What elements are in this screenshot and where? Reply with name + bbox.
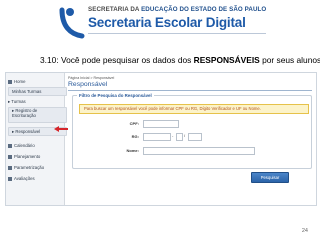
rg-input[interactable] bbox=[143, 133, 171, 141]
sidebar-item-planejamento[interactable]: Planejamento bbox=[8, 154, 62, 159]
settings-icon bbox=[8, 165, 12, 170]
instruction-text: 3.10: Você pode pesquisar os dados dos R… bbox=[40, 55, 320, 65]
evaluations-icon bbox=[8, 176, 12, 181]
rg-uf-separator: / bbox=[184, 133, 186, 138]
page-number: 24 bbox=[301, 228, 308, 234]
sidebar-item-registro-escrituracao[interactable]: ▸ Registro de Escrituração bbox=[8, 107, 67, 123]
title-divider bbox=[68, 90, 312, 91]
search-button[interactable]: Pesquisar bbox=[251, 172, 289, 183]
filter-legend: Filtro de Pesquisa do Responsável bbox=[77, 93, 154, 98]
search-hint-banner: Para buscar um responsável você pode inf… bbox=[79, 104, 309, 114]
org-name: SECRETARIA DA EDUCAÇÃO DO ESTADO DE SÃO … bbox=[88, 6, 267, 13]
rg-label: RG: bbox=[131, 134, 139, 139]
sidebar-item-home[interactable]: Home bbox=[8, 79, 62, 84]
sidebar-item-minhas-turmas[interactable]: Minhas Turmas bbox=[8, 87, 67, 96]
main-content: Página Inicial > Responsável Responsável… bbox=[66, 73, 316, 205]
header-divider bbox=[88, 33, 266, 34]
rg-digit-input[interactable] bbox=[176, 133, 183, 141]
sidebar-item-turmas[interactable]: ▸ Turmas bbox=[8, 99, 62, 105]
embedded-screenshot: Home Minhas Turmas ▸ Turmas ▸ Registro d… bbox=[5, 72, 317, 206]
home-icon bbox=[8, 79, 12, 84]
uf-select[interactable] bbox=[188, 133, 202, 141]
sidebar-item-parametrizacao[interactable]: Parametrização bbox=[8, 165, 62, 170]
name-input[interactable] bbox=[143, 147, 255, 155]
sidebar-item-calendario[interactable]: Calendário bbox=[8, 143, 62, 148]
sidebar: Home Minhas Turmas ▸ Turmas ▸ Registro d… bbox=[6, 73, 67, 205]
cpf-input[interactable] bbox=[143, 120, 179, 128]
page-title: Responsável bbox=[68, 81, 108, 88]
name-label: Nome: bbox=[126, 148, 139, 153]
header: SECRETARIA DA EDUCAÇÃO DO ESTADO DE SÃO … bbox=[56, 4, 266, 44]
sidebar-item-avaliacoes[interactable]: Avaliações bbox=[8, 176, 62, 181]
cpf-label: CPF: bbox=[129, 121, 139, 126]
rg-separator: - bbox=[172, 133, 174, 138]
sed-logo-icon bbox=[59, 7, 85, 39]
app-name: Secretaria Escolar Digital bbox=[88, 15, 246, 30]
planning-icon bbox=[8, 154, 12, 159]
search-filter-fieldset: Filtro de Pesquisa do Responsável Para b… bbox=[72, 93, 312, 169]
calendar-icon bbox=[8, 143, 12, 148]
breadcrumb: Página Inicial > Responsável bbox=[68, 76, 115, 80]
red-arrow-icon bbox=[54, 126, 68, 132]
